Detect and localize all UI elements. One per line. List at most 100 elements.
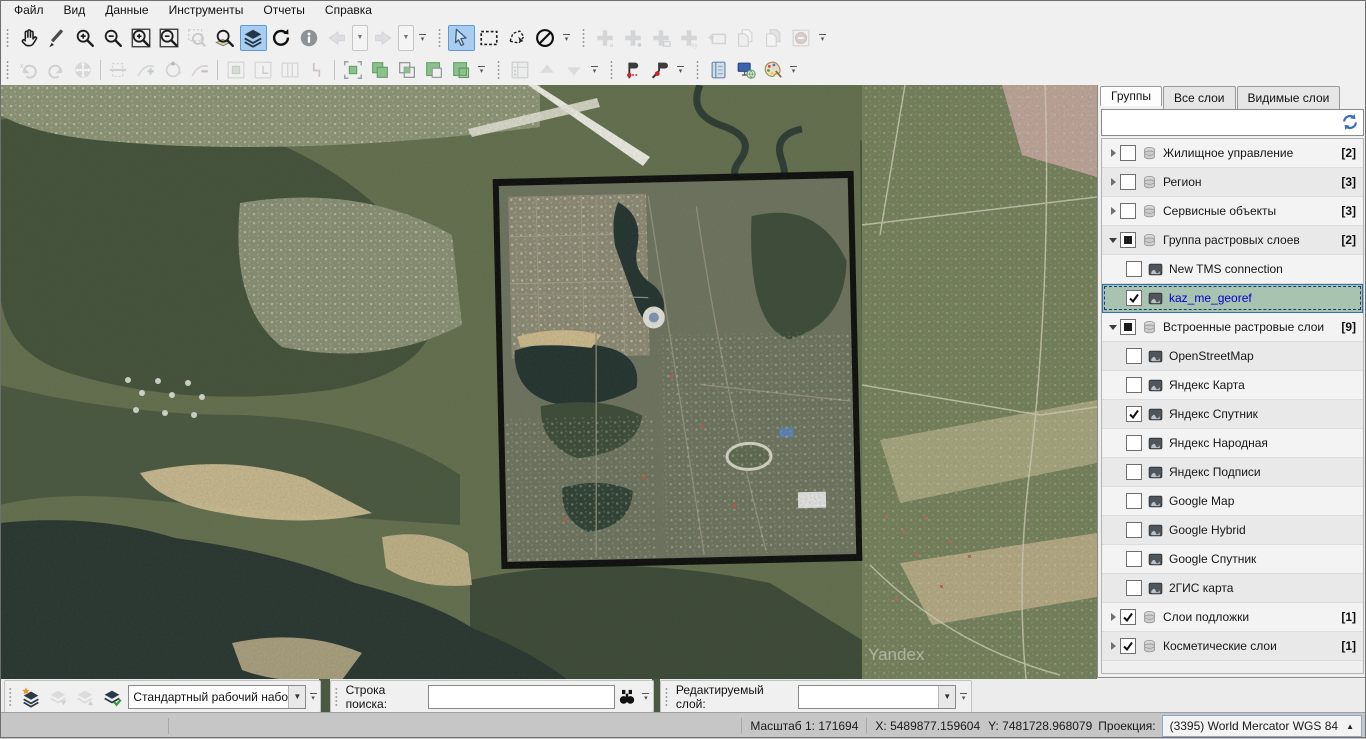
computer-button[interactable]	[733, 58, 759, 82]
history-back-button[interactable]	[324, 25, 351, 51]
overlap-add-button[interactable]	[340, 58, 366, 82]
layer-checkbox[interactable]	[1120, 174, 1136, 190]
layer-row[interactable]: Встроенные растровые слои[9]	[1102, 313, 1363, 342]
chevron-down-icon[interactable]	[1106, 325, 1120, 330]
flag-end-button[interactable]	[647, 58, 673, 82]
toolbar-grip[interactable]	[437, 28, 442, 48]
subtract-button[interactable]	[421, 58, 447, 82]
tab-видимые-слои[interactable]: Видимые слои	[1237, 86, 1341, 109]
layer-checkbox[interactable]	[1126, 290, 1142, 306]
layer-checkbox[interactable]	[1126, 551, 1142, 567]
workset-apply-button[interactable]	[99, 684, 125, 710]
columns-button[interactable]	[277, 58, 303, 82]
toolbar-overflow-button[interactable]: ▾	[589, 66, 600, 74]
select-polygon-button[interactable]	[504, 25, 531, 51]
layer-checkbox[interactable]	[1126, 435, 1142, 451]
layers-refresh-button[interactable]	[1340, 112, 1360, 132]
move-down-button[interactable]	[561, 58, 587, 82]
layer-row[interactable]: Google Спутник	[1102, 545, 1363, 574]
history-back-dropdown[interactable]: ▼	[352, 25, 368, 51]
layer-checkbox[interactable]	[1126, 348, 1142, 364]
zoom-out-button[interactable]	[100, 25, 127, 51]
select-cursor-button[interactable]	[448, 25, 475, 51]
tab-группы[interactable]: Группы	[1100, 86, 1162, 106]
toolbar-overflow-button[interactable]: ▾	[817, 34, 828, 42]
history-forward-dropdown[interactable]: ▼	[398, 25, 414, 51]
remove-vertex-button[interactable]	[187, 58, 213, 82]
move-object-button[interactable]	[70, 58, 96, 82]
layer-row[interactable]: Группа растровых слоев[2]	[1102, 226, 1363, 255]
menu-item-инструменты[interactable]: Инструменты	[159, 1, 254, 20]
layer-row[interactable]: 2ГИС карта	[1102, 574, 1363, 603]
journal-button[interactable]	[706, 58, 732, 82]
layer-row[interactable]: kaz_me_georef	[1102, 284, 1363, 313]
toolbar-grip[interactable]	[8, 687, 12, 707]
add-vertex-button[interactable]	[133, 58, 159, 82]
zoom-previous-button[interactable]	[184, 25, 211, 51]
palette-button[interactable]	[760, 58, 786, 82]
trim-button[interactable]	[106, 58, 132, 82]
attr-table-button[interactable]	[507, 58, 533, 82]
layer-checkbox[interactable]	[1126, 377, 1142, 393]
projection-selector[interactable]: (3395) World Mercator WGS 84 ▲	[1162, 715, 1362, 737]
add-object-rect-button[interactable]	[648, 25, 675, 51]
chevron-down-icon[interactable]: ▼	[288, 686, 305, 708]
workset-load-button[interactable]	[72, 684, 98, 710]
find-button[interactable]	[616, 685, 638, 709]
toolbar-grip[interactable]	[496, 60, 501, 80]
layer-checkbox[interactable]	[1126, 464, 1142, 480]
toolbar-overflow-button[interactable]: ▾	[958, 693, 969, 701]
add-object-points-button[interactable]	[620, 25, 647, 51]
delete-object-button[interactable]	[788, 25, 815, 51]
layer-row[interactable]: Сервисные объекты[3]	[1102, 197, 1363, 226]
toolbar-grip[interactable]	[581, 28, 586, 48]
menu-item-справка[interactable]: Справка	[315, 1, 382, 20]
chevron-right-icon[interactable]	[1106, 178, 1120, 186]
toolbar-grip[interactable]	[5, 28, 10, 48]
toolbar-grip[interactable]	[334, 687, 339, 707]
layer-row[interactable]: Яндекс Карта	[1102, 371, 1363, 400]
toolbar-grip[interactable]	[695, 60, 700, 80]
frame-corner-button[interactable]	[250, 58, 276, 82]
history-forward-button[interactable]	[370, 25, 397, 51]
layer-row[interactable]: Регион[3]	[1102, 168, 1363, 197]
clear-selection-button[interactable]	[532, 25, 559, 51]
workset-save-button[interactable]	[45, 684, 71, 710]
layer-row[interactable]: OpenStreetMap	[1102, 342, 1363, 371]
zoom-out-region-button[interactable]	[156, 25, 183, 51]
workset-combobox[interactable]: Стандартный рабочий набор ▼	[128, 685, 306, 709]
paste-object-button[interactable]	[760, 25, 787, 51]
layer-checkbox[interactable]	[1120, 232, 1136, 248]
layer-row[interactable]: Слои подложки[1]	[1102, 603, 1363, 632]
rotate-vertex-button[interactable]	[160, 58, 186, 82]
chevron-down-icon[interactable]	[1106, 238, 1120, 243]
select-rectangle-button[interactable]	[476, 25, 503, 51]
chevron-right-icon[interactable]	[1106, 613, 1120, 621]
layer-row[interactable]: Косметические слои[1]	[1102, 632, 1363, 661]
add-object-button[interactable]: a	[592, 25, 619, 51]
workset-new-button[interactable]	[18, 684, 44, 710]
toolbar-overflow-button[interactable]: ▾	[675, 66, 686, 74]
measure-button[interactable]	[44, 25, 71, 51]
layer-checkbox[interactable]	[1126, 261, 1142, 277]
flag-start-button[interactable]	[620, 58, 646, 82]
add-object-xy-button[interactable]: xy	[676, 25, 703, 51]
search-input[interactable]	[428, 685, 616, 709]
zoom-in-button[interactable]	[72, 25, 99, 51]
add-rectangle-button[interactable]	[704, 25, 731, 51]
tab-все-слои[interactable]: Все слои	[1163, 86, 1236, 109]
layers-visibility-button[interactable]	[240, 25, 267, 51]
chevron-right-icon[interactable]	[1106, 642, 1120, 650]
layer-row[interactable]: Яндекс Подписи	[1102, 458, 1363, 487]
chevron-right-icon[interactable]	[1106, 149, 1120, 157]
menu-item-файл[interactable]: Файл	[4, 1, 54, 20]
layer-checkbox[interactable]	[1120, 145, 1136, 161]
layer-checkbox[interactable]	[1120, 203, 1136, 219]
menu-item-данные[interactable]: Данные	[95, 1, 158, 20]
symdiff-button[interactable]	[448, 58, 474, 82]
layers-search-input[interactable]	[1105, 111, 1335, 134]
layer-checkbox[interactable]	[1126, 580, 1142, 596]
layer-row[interactable]: New TMS connection	[1102, 255, 1363, 284]
move-up-button[interactable]	[534, 58, 560, 82]
toolbar-overflow-button[interactable]: ▾	[308, 693, 318, 701]
